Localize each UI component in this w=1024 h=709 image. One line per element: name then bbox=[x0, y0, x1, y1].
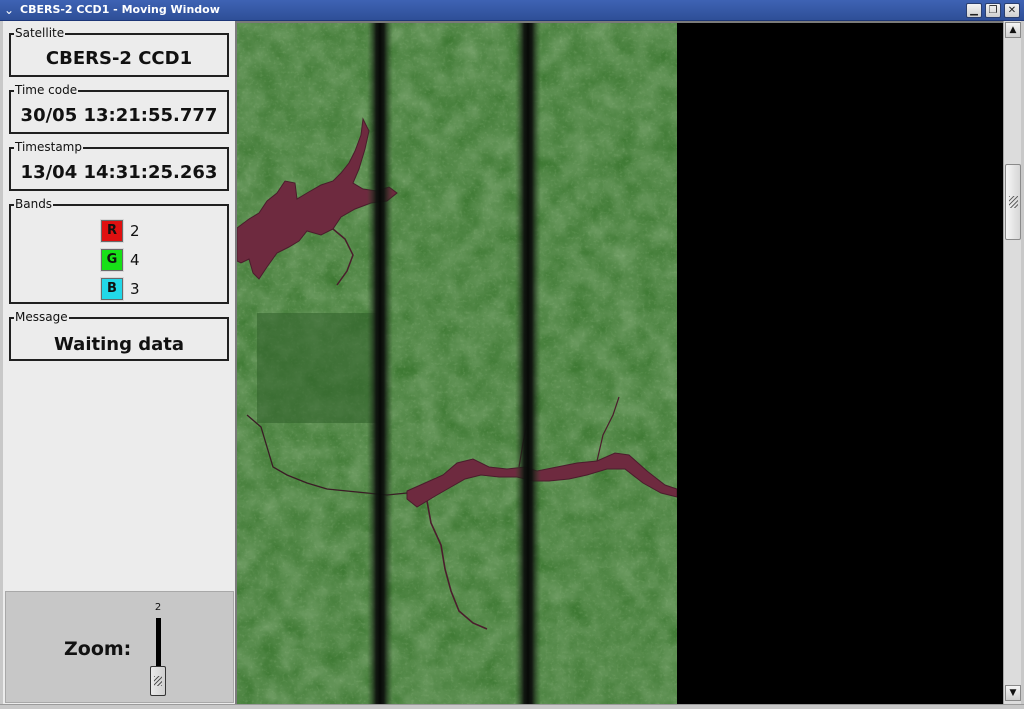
window-frame-bottom bbox=[0, 704, 1024, 709]
band-number-r: 2 bbox=[130, 222, 140, 240]
zoom-value: 2 bbox=[154, 602, 162, 613]
timestamp-label: Timestamp bbox=[14, 140, 83, 154]
window-menu-icon[interactable]: ⌄ bbox=[2, 3, 16, 17]
scrollbar-thumb[interactable] bbox=[1005, 164, 1021, 240]
satellite-image[interactable] bbox=[237, 23, 677, 704]
image-viewport[interactable] bbox=[235, 21, 1003, 704]
sensor-gap-right bbox=[515, 23, 541, 704]
band-channel-b: B bbox=[100, 277, 124, 301]
arrow-down-icon[interactable]: ▼ bbox=[1005, 685, 1021, 701]
band-channel-r: R bbox=[100, 219, 124, 243]
message-value: Waiting data bbox=[53, 334, 185, 355]
satellite-group: Satellite CBERS-2 CCD1 bbox=[9, 26, 229, 77]
time-code-group: Time code 30/05 13:21:55.777 bbox=[9, 83, 229, 134]
vertical-scrollbar[interactable]: ▲ ▼ bbox=[1003, 21, 1021, 704]
timestamp-group: Timestamp 13/04 14:31:25.263 bbox=[9, 140, 229, 191]
message-label: Message bbox=[14, 310, 69, 324]
bands-group: Bands R 2 G 4 B 3 bbox=[9, 197, 229, 304]
window-title: CBERS-2 CCD1 - Moving Window bbox=[20, 3, 220, 16]
time-code-label: Time code bbox=[14, 83, 79, 97]
satellite-label: Satellite bbox=[14, 26, 66, 40]
grip-icon bbox=[1009, 196, 1018, 208]
message-group: Message Waiting data bbox=[9, 310, 229, 361]
zoom-label: Zoom: bbox=[64, 638, 132, 660]
minimize-icon[interactable]: ▁ bbox=[966, 3, 982, 18]
grip-icon bbox=[154, 676, 162, 686]
band-number-g: 4 bbox=[130, 251, 140, 269]
band-number-b: 3 bbox=[130, 280, 140, 298]
close-icon[interactable]: ✕ bbox=[1004, 3, 1020, 18]
time-code-value: 30/05 13:21:55.777 bbox=[20, 105, 218, 126]
info-panel: Satellite CBERS-2 CCD1 Time code 30/05 1… bbox=[3, 21, 234, 704]
timestamp-value: 13/04 14:31:25.263 bbox=[20, 162, 218, 183]
band-channel-g: G bbox=[100, 248, 124, 272]
window-titlebar[interactable]: ⌄ CBERS-2 CCD1 - Moving Window ▁ ❐ ✕ bbox=[0, 0, 1024, 21]
bands-label: Bands bbox=[14, 197, 54, 211]
sensor-gap-left bbox=[367, 23, 393, 704]
zoom-slider-thumb[interactable] bbox=[150, 666, 166, 696]
arrow-up-icon[interactable]: ▲ bbox=[1005, 22, 1021, 38]
darker-vegetation-patch bbox=[257, 313, 377, 423]
zoom-panel: Zoom: 2 bbox=[5, 591, 234, 703]
restore-icon[interactable]: ❐ bbox=[985, 3, 1001, 18]
satellite-value: CBERS-2 CCD1 bbox=[45, 48, 193, 69]
